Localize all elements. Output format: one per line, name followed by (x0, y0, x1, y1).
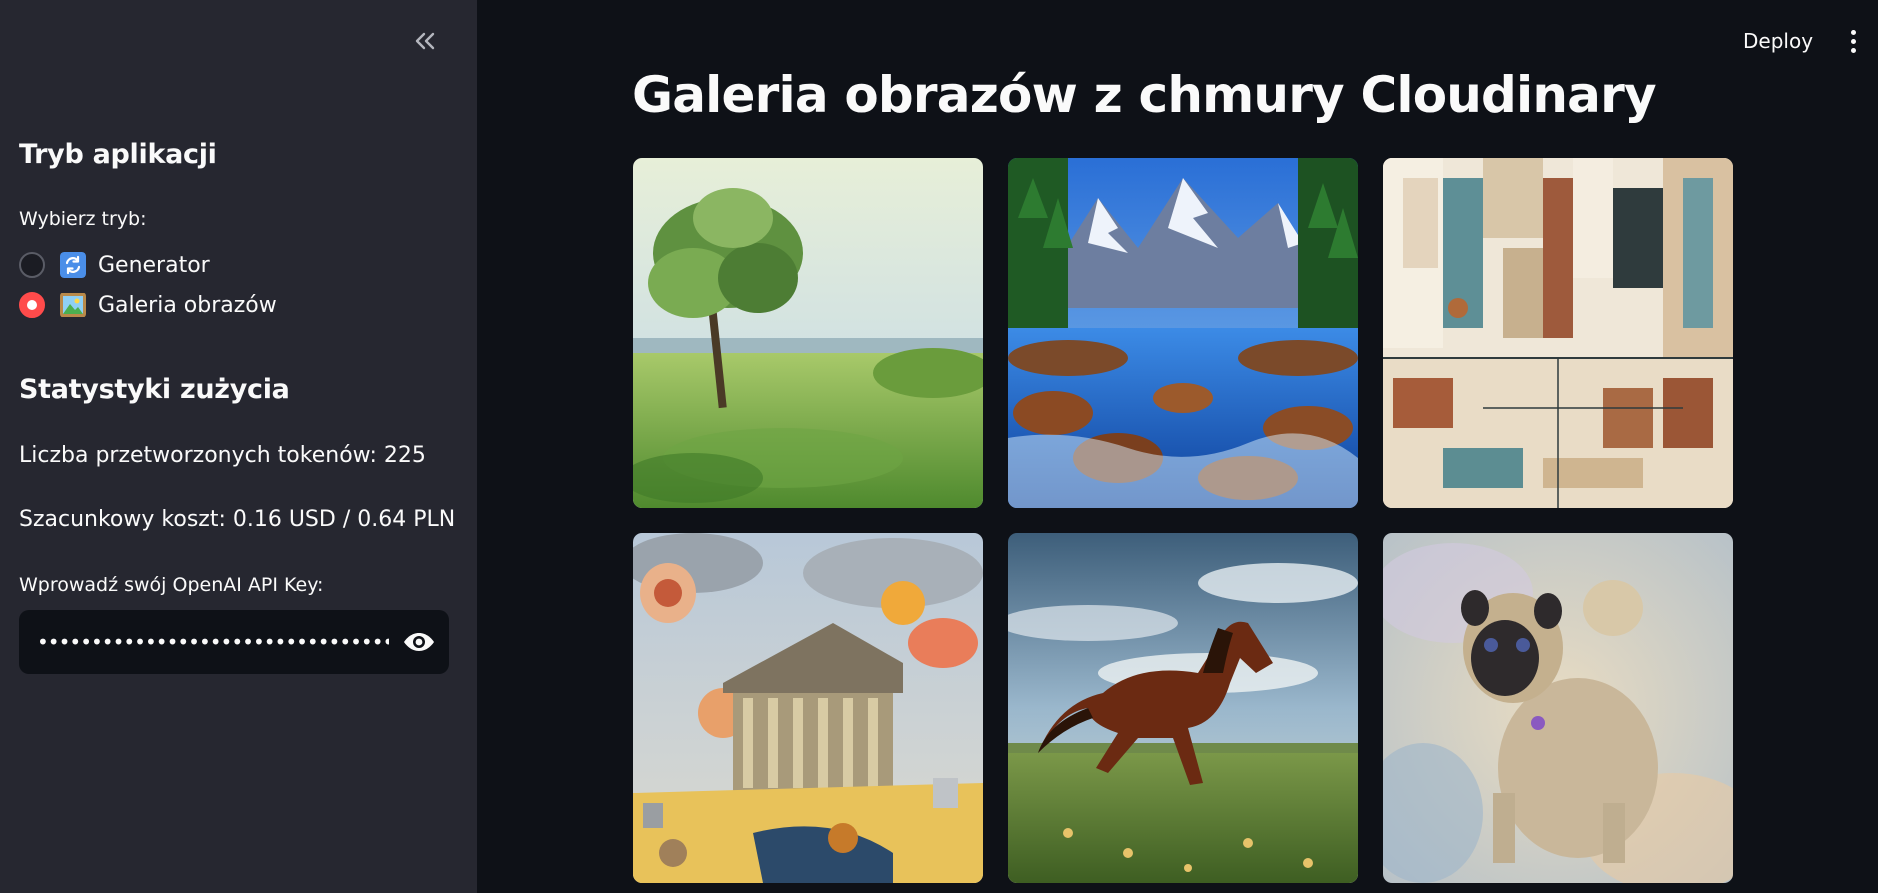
mountain-river-image (1008, 158, 1358, 508)
gallery-image-tree-meadow[interactable] (633, 158, 983, 508)
arrows-refresh-emoji-icon (60, 252, 86, 278)
tokens-count-text: Liczba przetworzonych tokenów: 225 (19, 443, 426, 468)
ellipsis-dot (1850, 47, 1856, 53)
eye-icon (404, 633, 434, 651)
gallery-image-mountain-river[interactable] (1008, 158, 1358, 508)
mode-prompt-label: Wybierz tryb: (19, 208, 147, 230)
stats-heading: Statystyki zużycia (19, 374, 290, 405)
vertical-ellipsis-icon (1850, 29, 1856, 35)
mode-heading: Tryb aplikacji (19, 139, 217, 170)
radio-option-gallery[interactable]: Galeria obrazów (19, 290, 277, 320)
cubist-interior-image (1383, 158, 1733, 508)
deploy-button[interactable]: Deploy (1735, 24, 1821, 58)
double-chevron-left-icon (415, 32, 435, 50)
estimated-cost-text: Szacunkowy koszt: 0.16 USD / 0.64 PLN (19, 507, 456, 532)
toggle-visibility-button[interactable] (389, 610, 449, 674)
radio-button-selected[interactable] (19, 292, 45, 318)
sidebar: Tryb aplikacji Wybierz tryb: Generator G… (0, 0, 477, 893)
api-key-label: Wprowadź swój OpenAI API Key: (19, 574, 324, 596)
gallery-image-horse[interactable] (1008, 533, 1358, 883)
surreal-temple-image (633, 533, 983, 883)
collapse-sidebar-button[interactable] (408, 26, 442, 56)
gallery-image-surreal-temple[interactable] (633, 533, 983, 883)
gallery-image-pug[interactable] (1383, 533, 1733, 883)
radio-label: Generator (98, 252, 210, 278)
horse-image (1008, 533, 1358, 883)
radio-option-generator[interactable]: Generator (19, 250, 210, 280)
framed-picture-emoji-icon (60, 292, 86, 318)
api-key-input[interactable] (19, 610, 389, 674)
radio-label: Galeria obrazów (98, 292, 277, 318)
main-menu-button[interactable] (1840, 24, 1866, 58)
gallery-image-cubist-interior[interactable] (1383, 158, 1733, 508)
radio-button[interactable] (19, 252, 45, 278)
tree-meadow-image (633, 158, 983, 508)
ellipsis-dot (1850, 38, 1856, 44)
api-key-field-container (19, 610, 449, 674)
image-gallery (633, 158, 1733, 883)
page-title: Galeria obrazów z chmury Cloudinary (632, 66, 1657, 124)
app: Tryb aplikacji Wybierz tryb: Generator G… (0, 0, 1878, 893)
pug-image (1383, 533, 1733, 883)
